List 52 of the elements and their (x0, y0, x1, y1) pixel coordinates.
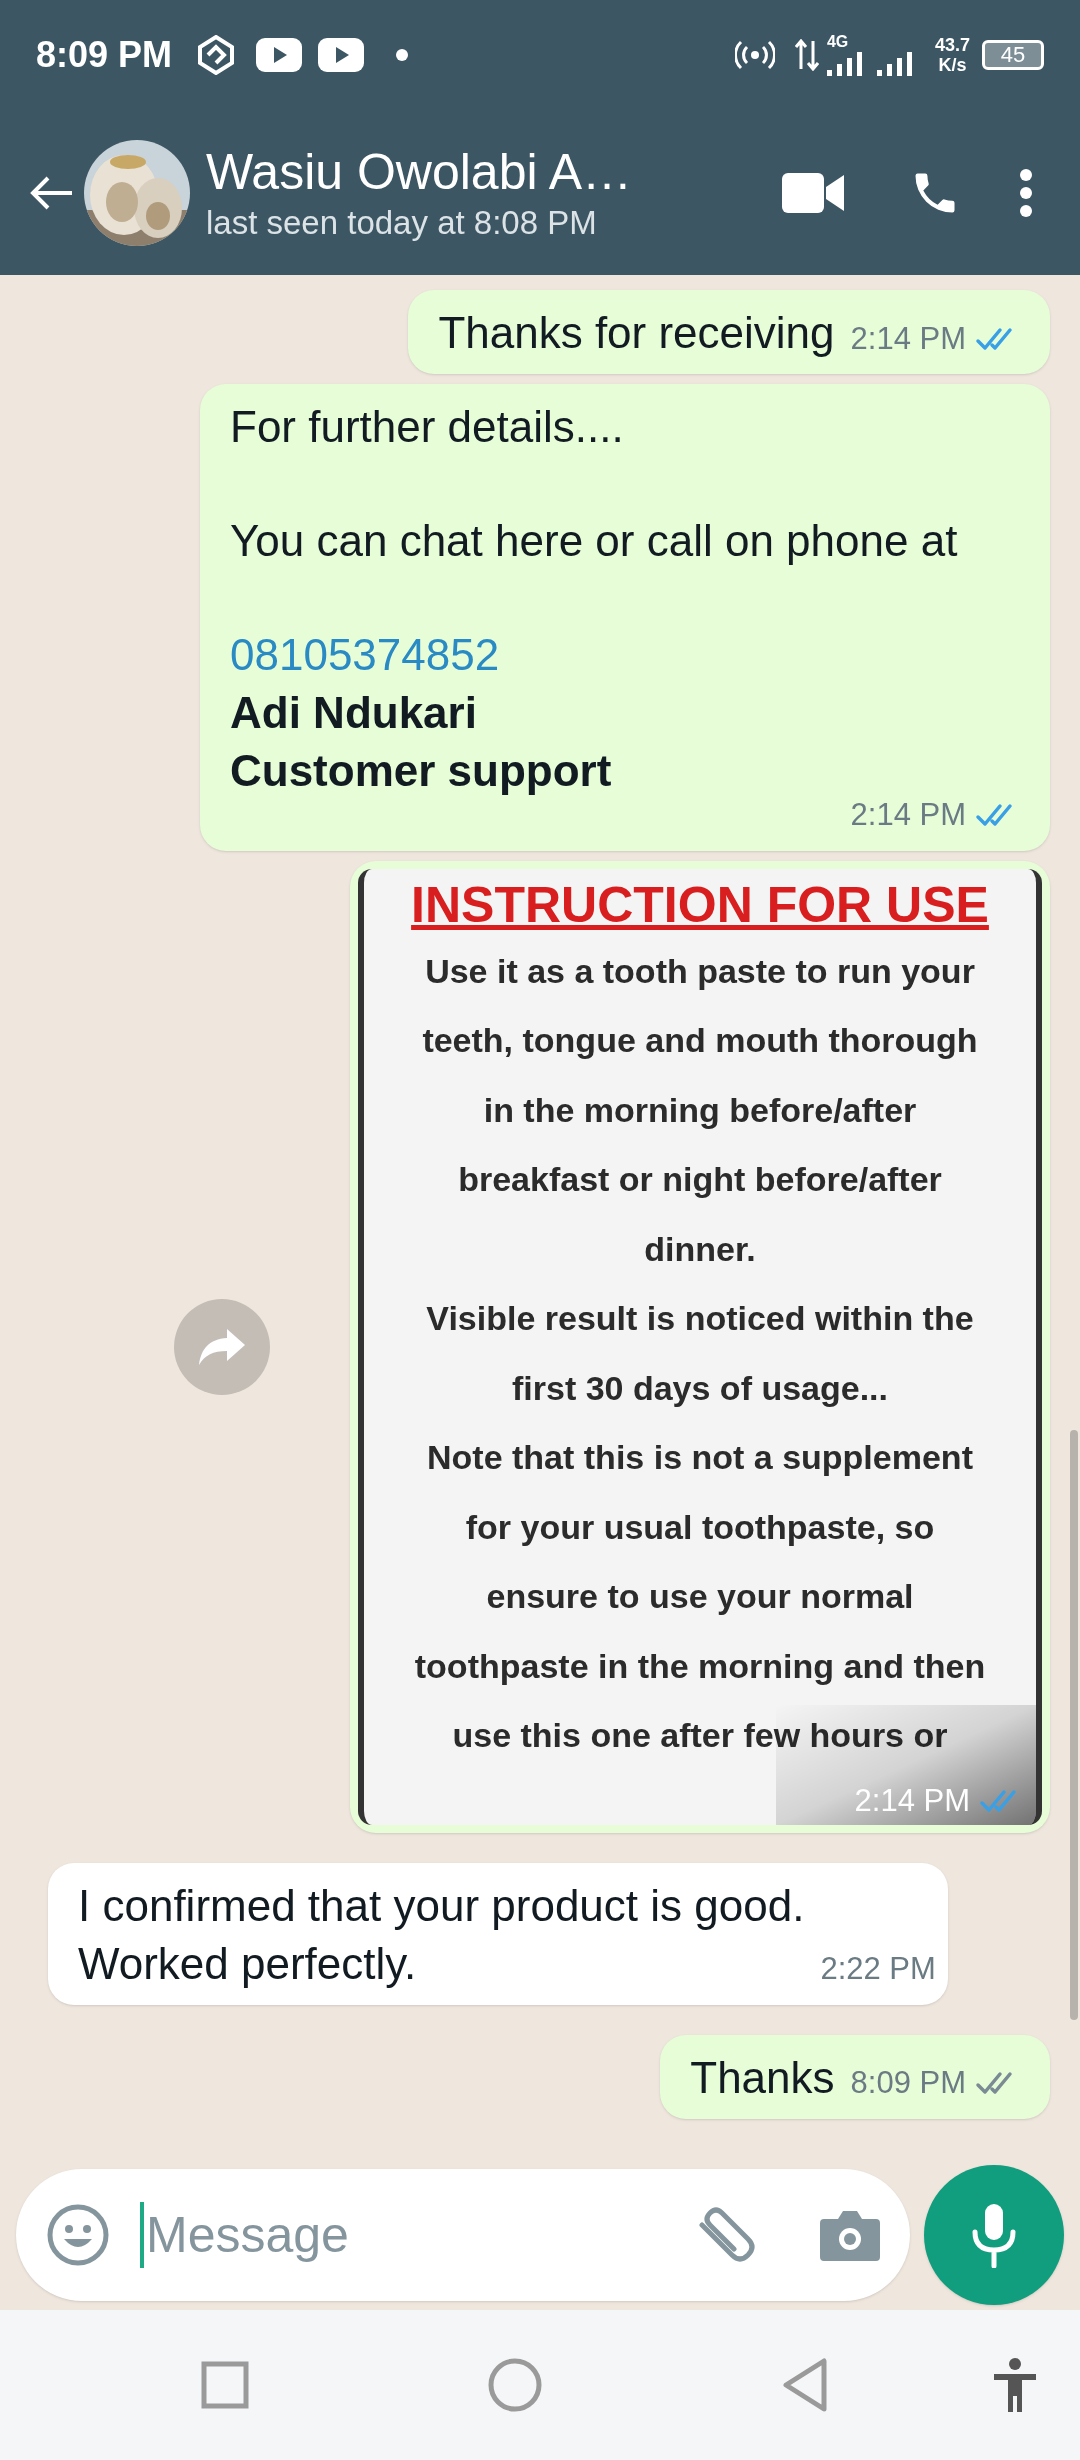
more-options-icon (1019, 167, 1033, 218)
hotspot-icon (734, 40, 775, 70)
camera-icon (820, 2209, 880, 2261)
back-icon[interactable] (782, 2358, 828, 2412)
message-text: Adi Ndukari (230, 687, 477, 739)
message-input[interactable]: Message (16, 2169, 910, 2301)
image-text: Note that this is not a supplement (427, 1437, 973, 1478)
back-arrow-icon (30, 174, 74, 211)
image-text: toothpaste in the morning and then (414, 1645, 986, 1687)
data-arrows-icon (794, 39, 819, 71)
last-seen: last seen today at 8:08 PM (206, 202, 598, 243)
message-time: 8:09 PM (850, 2064, 966, 2102)
play-icon (256, 38, 303, 72)
message-text: I confirmed that your product is good. Worked perfectly. (78, 1879, 805, 1990)
play-icon (318, 38, 365, 72)
phone-link[interactable]: 08105374852 (230, 626, 500, 684)
message-text: Thanks for receiving (438, 307, 835, 359)
image-text: breakfast or night before/after (458, 1159, 942, 1200)
emoji-icon (46, 2203, 110, 2267)
image-text: dinner. (644, 1228, 756, 1270)
image-text: use this one after few hours or (452, 1715, 948, 1756)
dot-icon (396, 49, 409, 61)
image-text: teeth, tongue and mouth thorough (422, 1020, 978, 1061)
recents-icon[interactable] (201, 2361, 249, 2409)
forward-arrow-icon (197, 1326, 247, 1367)
video-camera-icon (782, 172, 844, 213)
home-icon[interactable] (488, 2358, 542, 2412)
image-text: ensure to use your normal (486, 1576, 914, 1617)
message-text: Thanks (690, 2051, 835, 2104)
contact-name[interactable]: Wasiu Owolabi A… (206, 141, 768, 202)
message-text: For further details.... (230, 401, 624, 453)
network-type: 4G (826, 34, 849, 50)
microphone-icon (971, 2202, 1017, 2268)
network-speed-unit: K/s (938, 55, 967, 75)
image-text: Visible result is noticed within the (426, 1298, 974, 1339)
app-notification-icon (196, 35, 237, 75)
image-text: Use it as a tooth paste to run your (425, 950, 975, 992)
accessibility-icon[interactable] (992, 2358, 1038, 2412)
image-text: first 30 days of usage... (512, 1367, 888, 1409)
message-time: 2:14 PM (850, 796, 966, 834)
message-time: 2:14 PM (854, 1782, 970, 1820)
message-field[interactable]: Message (146, 2197, 694, 2273)
battery-indicator: 45 (982, 40, 1044, 70)
network-speed: 43.7 (934, 35, 970, 55)
message-text: You can chat here or call on phone at (230, 515, 958, 567)
status-time: 8:09 PM (36, 33, 173, 77)
image-title: INSTRUCTION FOR USE (411, 875, 989, 935)
message-time: 2:22 PM (820, 1950, 936, 1988)
message-text: Customer support (230, 745, 612, 797)
image-text: in the morning before/after (483, 1089, 917, 1131)
message-time: 2:14 PM (850, 319, 966, 358)
image-text: for your usual toothpaste, so (465, 1506, 935, 1548)
